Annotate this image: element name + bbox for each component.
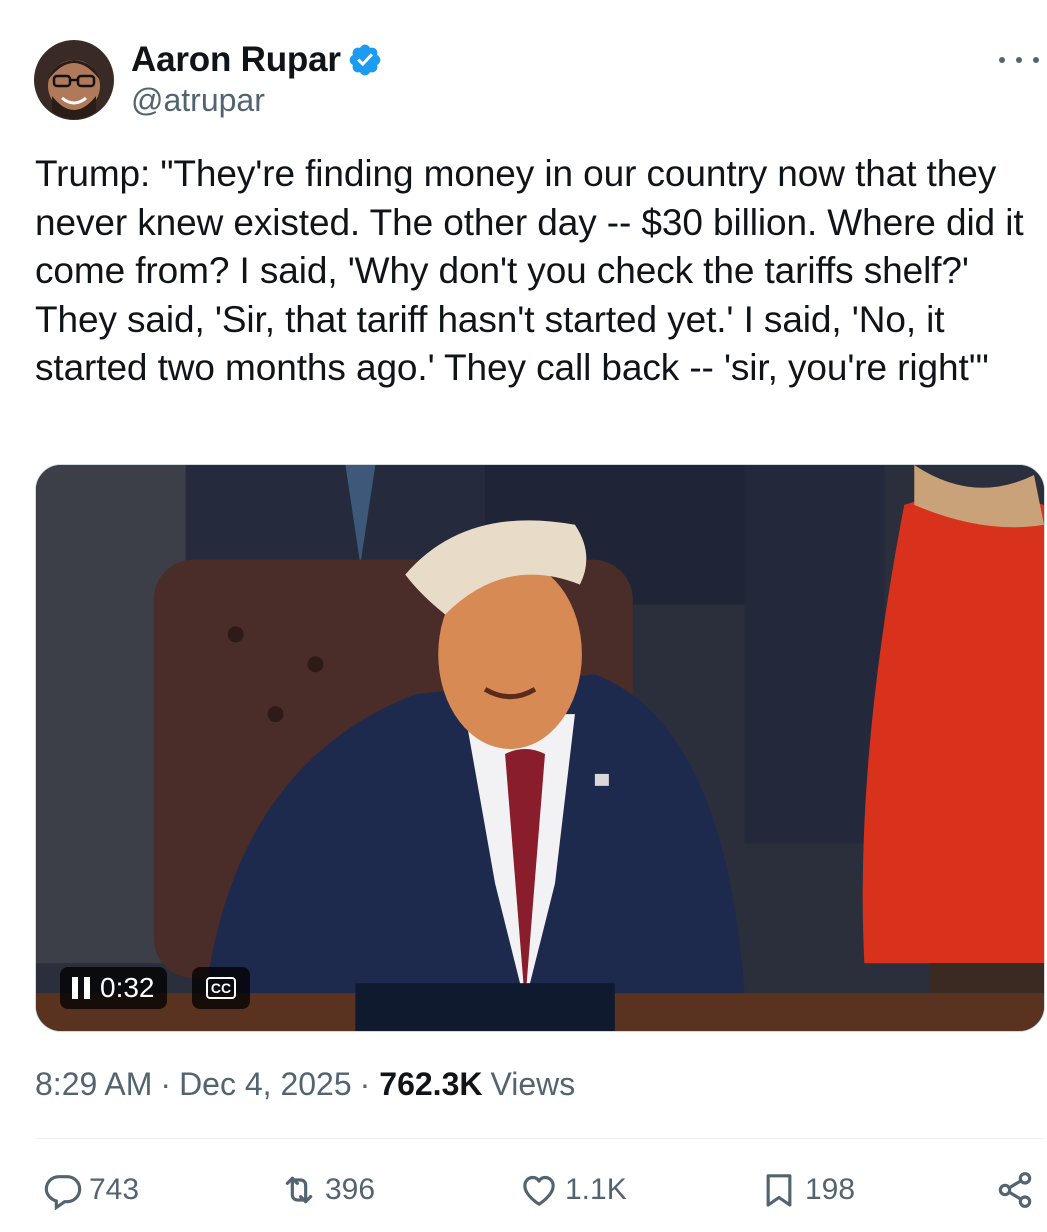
share-icon [998, 1172, 1032, 1208]
pause-icon[interactable] [72, 977, 90, 999]
bookmark-count: 198 [805, 1173, 856, 1206]
like-count: 1.1K [565, 1173, 627, 1206]
tweet-time[interactable]: 8:29 AM [35, 1066, 152, 1103]
reply-button[interactable]: 743 [43, 1160, 139, 1220]
meta-separator: · [359, 1066, 371, 1102]
repost-icon [285, 1176, 313, 1204]
more-dot [999, 57, 1005, 63]
reply-count: 743 [89, 1173, 140, 1206]
author-name[interactable]: Aaron Rupar [131, 40, 341, 80]
more-horizontal-icon[interactable] [999, 48, 1039, 72]
bookmark-icon [766, 1174, 792, 1207]
repost-count: 396 [325, 1173, 376, 1206]
tweet-text: Trump: "They're finding money in our cou… [35, 153, 1034, 388]
tweet-meta: 8:29 AM · Dec 4, 2025 · 762.3K Views [35, 1066, 575, 1103]
cc-label: CC [205, 977, 237, 999]
author-handle[interactable]: @atrupar [131, 82, 265, 119]
divider [35, 1138, 1045, 1139]
like-button[interactable]: 1.1K [519, 1160, 627, 1220]
bookmark-button[interactable]: 198 [759, 1160, 855, 1220]
video-frame [36, 465, 1044, 1031]
more-dot [1016, 57, 1022, 63]
action-bar: 743 396 1.1K 198 [35, 1160, 1045, 1220]
share-button[interactable] [995, 1160, 1035, 1220]
heart-icon [523, 1175, 555, 1206]
reply-icon [44, 1175, 82, 1210]
more-dot [1033, 57, 1039, 63]
author-name-row[interactable]: Aaron Rupar [131, 40, 383, 80]
meta-separator: · [160, 1066, 172, 1102]
repost-button[interactable]: 396 [279, 1160, 375, 1220]
closed-captions-button[interactable]: CC [192, 967, 250, 1009]
video-elapsed-time: 0:32 [100, 972, 155, 1003]
video-player[interactable]: 0:32 CC [35, 464, 1045, 1032]
verified-badge-icon [347, 42, 383, 78]
views-count[interactable]: 762.3K [379, 1066, 482, 1103]
views-label[interactable]: Views [490, 1066, 575, 1103]
tweet-date[interactable]: Dec 4, 2025 [179, 1066, 352, 1103]
avatar[interactable] [34, 40, 114, 120]
video-controls: 0:32 [60, 967, 167, 1009]
